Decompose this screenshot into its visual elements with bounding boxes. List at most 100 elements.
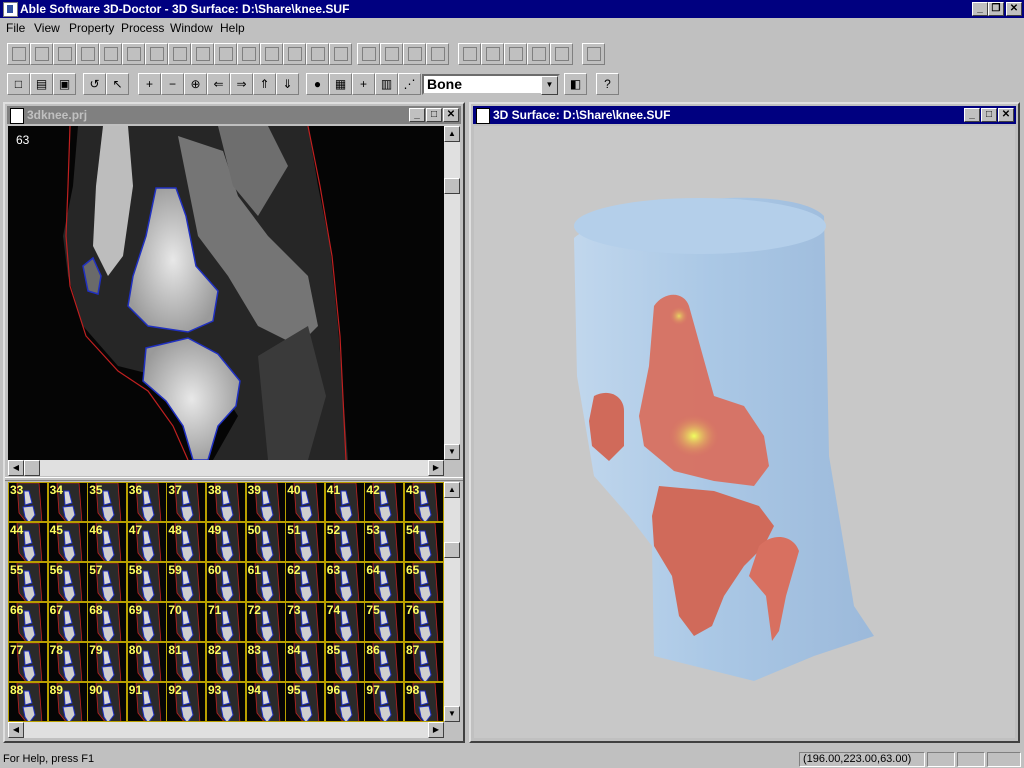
surface-window[interactable]: 3D Surface: D:\Share\knee.SUF _ □ ✕ bbox=[469, 102, 1020, 743]
surface-window-titlebar[interactable]: 3D Surface: D:\Share\knee.SUF _ □ ✕ bbox=[473, 106, 1016, 124]
slice-thumbnail[interactable]: 68 bbox=[87, 602, 128, 642]
slice-thumbnail[interactable]: 67 bbox=[47, 602, 88, 642]
zoom-in-icon[interactable]: + bbox=[138, 73, 161, 95]
slice-thumbnail[interactable]: 41 bbox=[324, 482, 365, 522]
slice-thumbnail[interactable]: 61 bbox=[245, 562, 286, 602]
3d-knee-surface[interactable] bbox=[474, 126, 1015, 738]
slice-thumbnail[interactable]: 65 bbox=[404, 562, 444, 602]
surface-window-minimize[interactable]: _ bbox=[964, 108, 980, 122]
slice-thumbnail[interactable]: 37 bbox=[166, 482, 207, 522]
paint-icon[interactable] bbox=[426, 43, 449, 65]
connect-icon[interactable]: ⋰ bbox=[398, 73, 421, 95]
help-context-icon[interactable]: ? bbox=[596, 73, 619, 95]
slice-thumbnail[interactable]: 49 bbox=[206, 522, 246, 562]
slice-thumbnail[interactable]: 36 bbox=[126, 482, 167, 522]
slice-window-close[interactable]: ✕ bbox=[443, 108, 459, 122]
menu-view[interactable]: View bbox=[34, 21, 60, 35]
surface-icon[interactable]: ▦ bbox=[329, 73, 352, 95]
node-delete-icon[interactable] bbox=[504, 43, 527, 65]
slice-thumbnail[interactable]: 57 bbox=[87, 562, 128, 602]
slice-thumbnail[interactable]: 97 bbox=[364, 682, 405, 722]
surface-window-close[interactable]: ✕ bbox=[998, 108, 1014, 122]
slice-scroll-left[interactable]: ◀ bbox=[8, 460, 24, 476]
slice-thumbnail[interactable]: 64 bbox=[364, 562, 405, 602]
app-icon[interactable] bbox=[3, 2, 18, 17]
slice-thumbnail[interactable]: 35 bbox=[87, 482, 128, 522]
minimize-button[interactable]: _ bbox=[972, 2, 988, 16]
combo-dropdown-arrow[interactable]: ▼ bbox=[541, 76, 558, 95]
thumb-vscroll[interactable]: ▲ ▼ bbox=[444, 482, 460, 722]
slice-image-view[interactable]: 63 bbox=[8, 126, 444, 460]
slice-thumbnail[interactable]: 78 bbox=[47, 642, 88, 682]
slice-thumbnail[interactable]: 82 bbox=[206, 642, 246, 682]
up-icon[interactable]: ⇑ bbox=[253, 73, 276, 95]
grow-icon[interactable] bbox=[122, 43, 145, 65]
slice-scroll-thumb[interactable] bbox=[444, 178, 460, 194]
slice-thumbnail[interactable]: 80 bbox=[126, 642, 167, 682]
slice-thumbnail[interactable]: 51 bbox=[285, 522, 326, 562]
slice-thumbnail[interactable]: 40 bbox=[285, 482, 326, 522]
zoom-out-icon[interactable]: − bbox=[161, 73, 184, 95]
clear-icon[interactable] bbox=[237, 43, 260, 65]
slice-thumbnail[interactable]: 42 bbox=[364, 482, 405, 522]
slice-thumbnail[interactable]: 70 bbox=[166, 602, 207, 642]
render-icon[interactable]: ● bbox=[306, 73, 329, 95]
slice-thumbnail[interactable]: 62 bbox=[285, 562, 326, 602]
slice-thumbnail[interactable]: 77 bbox=[8, 642, 48, 682]
slice-thumbnail[interactable]: 69 bbox=[126, 602, 167, 642]
slice-scroll-right[interactable]: ▶ bbox=[428, 460, 444, 476]
stack-icon[interactable]: ▥ bbox=[375, 73, 398, 95]
slice-thumbnail[interactable]: 95 bbox=[285, 682, 326, 722]
slice-thumbnail[interactable]: 46 bbox=[87, 522, 128, 562]
thumb-scroll-left[interactable]: ◀ bbox=[8, 722, 24, 738]
slice-thumbnail[interactable]: 52 bbox=[324, 522, 365, 562]
thumb-scroll-thumb[interactable] bbox=[444, 542, 460, 558]
slice-thumbnail[interactable]: 71 bbox=[206, 602, 246, 642]
thumb-scroll-down[interactable]: ▼ bbox=[444, 706, 460, 722]
slice-thumbnail[interactable]: 73 bbox=[285, 602, 326, 642]
split-view-icon[interactable] bbox=[582, 43, 605, 65]
node-connect-icon[interactable] bbox=[527, 43, 550, 65]
zoom-slice-icon[interactable] bbox=[260, 43, 283, 65]
menu-help[interactable]: Help bbox=[220, 21, 245, 35]
slice-thumbnail[interactable]: 76 bbox=[404, 602, 444, 642]
slice-hscroll[interactable]: ◀ ▶ bbox=[8, 460, 444, 476]
pen-icon[interactable] bbox=[357, 43, 380, 65]
thumbnail-grid[interactable]: 33 34 35 36 37 38 39 40 41 42 43 44 45 46 47 48 49 50 51 52… bbox=[8, 482, 444, 722]
move-up-icon[interactable] bbox=[53, 43, 76, 65]
surface-viewport[interactable] bbox=[474, 126, 1015, 738]
combo-settings-icon[interactable]: ◧ bbox=[564, 73, 587, 95]
line-icon[interactable] bbox=[191, 43, 214, 65]
slice-thumbnail[interactable]: 47 bbox=[126, 522, 167, 562]
slice-thumbnail[interactable]: 74 bbox=[324, 602, 365, 642]
slice-thumbnail[interactable]: 96 bbox=[324, 682, 365, 722]
menu-property[interactable]: Property bbox=[69, 21, 114, 35]
slice-thumbnail[interactable]: 92 bbox=[166, 682, 207, 722]
slice-thumbnail[interactable]: 50 bbox=[245, 522, 286, 562]
slice-thumbnail[interactable]: 72 bbox=[245, 602, 286, 642]
slice-thumbnail[interactable]: 86 bbox=[364, 642, 405, 682]
slice-thumbnail[interactable]: 87 bbox=[404, 642, 444, 682]
slice-thumbnail[interactable]: 53 bbox=[364, 522, 405, 562]
node-move-icon[interactable] bbox=[481, 43, 504, 65]
slice-thumbnail[interactable]: 75 bbox=[364, 602, 405, 642]
slice-window-titlebar[interactable]: 3dknee.prj _ □ ✕ bbox=[7, 106, 461, 124]
slice-window-maximize[interactable]: □ bbox=[426, 108, 442, 122]
node-list-icon[interactable] bbox=[550, 43, 573, 65]
slice-scroll-up[interactable]: ▲ bbox=[444, 126, 460, 142]
open-icon[interactable]: ▤ bbox=[30, 73, 53, 95]
menu-process[interactable]: Process bbox=[121, 21, 164, 35]
slice-thumbnail[interactable]: 79 bbox=[87, 642, 128, 682]
node-add-icon[interactable] bbox=[458, 43, 481, 65]
object-combo[interactable]: Bone ▼ bbox=[422, 74, 560, 95]
undo-icon[interactable]: ↺ bbox=[83, 73, 106, 95]
slice-thumbnail[interactable]: 34 bbox=[47, 482, 88, 522]
slice-vscroll[interactable]: ▲ ▼ bbox=[444, 126, 460, 460]
slice-thumbnail[interactable]: 33 bbox=[8, 482, 48, 522]
slice-thumbnail[interactable]: 54 bbox=[404, 522, 444, 562]
align-icon[interactable] bbox=[283, 43, 306, 65]
slice-window[interactable]: 3dknee.prj _ □ ✕ 63 ▲ ▼ ◀ ▶ 33 34 35 36 … bbox=[3, 102, 465, 743]
pointer-icon[interactable]: ↖ bbox=[106, 73, 129, 95]
thumb-scroll-up[interactable]: ▲ bbox=[444, 482, 460, 498]
menu-file[interactable]: File bbox=[6, 21, 25, 35]
